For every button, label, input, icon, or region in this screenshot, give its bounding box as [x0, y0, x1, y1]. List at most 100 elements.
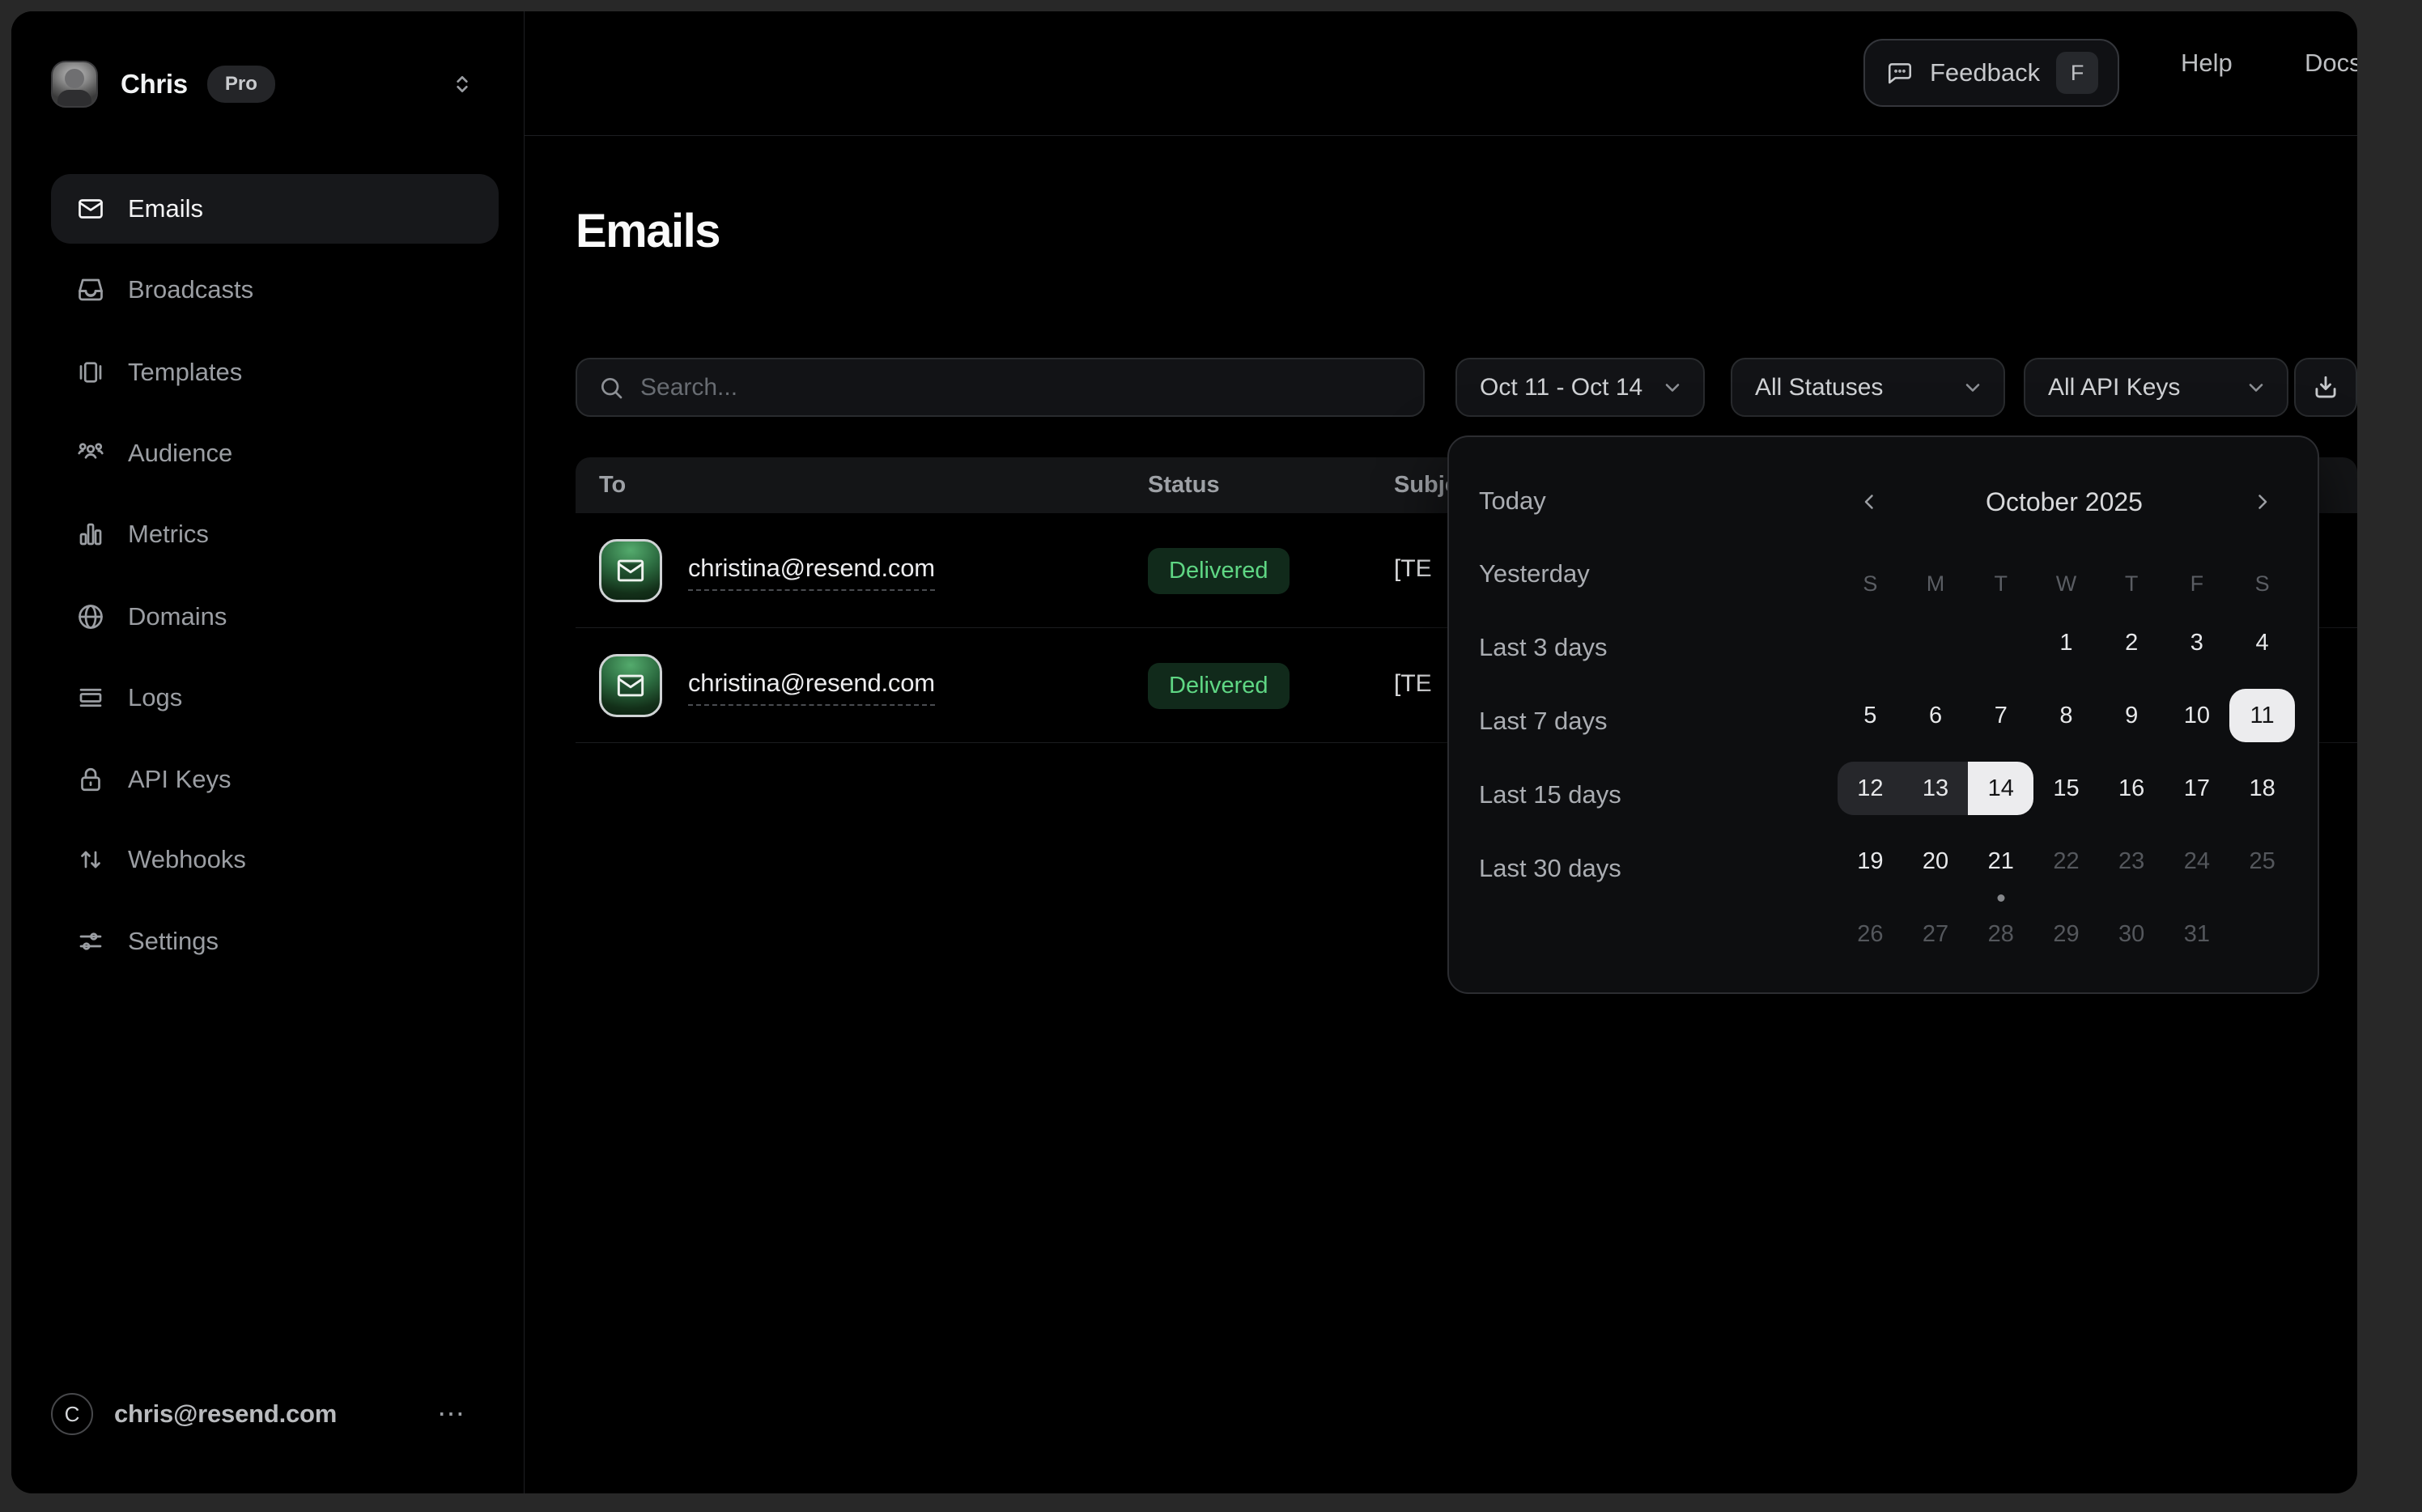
logs-icon — [76, 683, 105, 712]
page-title: Emails — [576, 204, 720, 258]
sidebar-item-label: Logs — [128, 683, 182, 712]
export-download-button[interactable] — [2294, 358, 2357, 417]
sidebar-item-logs[interactable]: Logs — [51, 663, 499, 733]
arrows-up-down-icon — [76, 845, 105, 874]
sidebar-item-label: Domains — [128, 602, 227, 631]
weekday-header-row: S M T W T F S — [1838, 570, 2295, 597]
calendar-day[interactable]: 1 — [2033, 616, 2099, 669]
recipient-email[interactable]: christina@resend.com — [688, 554, 935, 591]
chevron-updown-icon — [449, 71, 475, 97]
sidebar-item-api-keys[interactable]: API Keys — [51, 745, 499, 814]
calendar-day-in-range[interactable]: 13 — [1903, 762, 1969, 815]
docs-link[interactable]: Docs — [2305, 49, 2357, 78]
date-range-dropdown[interactable]: Oct 11 - Oct 14 — [1455, 358, 1705, 417]
weekday-label: W — [2033, 570, 2099, 597]
sidebar-item-label: Audience — [128, 439, 232, 468]
sidebar-item-metrics[interactable]: Metrics — [51, 499, 499, 569]
sidebar-item-emails[interactable]: Emails — [51, 174, 499, 244]
help-link[interactable]: Help — [2181, 49, 2233, 78]
calendar-day[interactable]: 16 — [2099, 762, 2165, 815]
sidebar-item-label: Templates — [128, 358, 242, 387]
calendar-day-disabled: 27 — [1903, 907, 1969, 961]
preset-last-7-days[interactable]: Last 7 days — [1479, 705, 1608, 737]
calendar-day-disabled: 26 — [1838, 907, 1903, 961]
account-menu[interactable]: C chris@resend.com ⋯ — [51, 1390, 499, 1438]
calendar-day[interactable]: 17 — [2165, 762, 2230, 815]
feedback-button[interactable]: Feedback F — [1863, 39, 2119, 107]
weekday-label: M — [1903, 570, 1969, 597]
main-content: Feedback F Help Docs Emails Oct 11 - Oct… — [525, 11, 2357, 1493]
search-input[interactable] — [640, 374, 1402, 401]
preset-last-3-days[interactable]: Last 3 days — [1479, 631, 1608, 664]
date-range-popover: Today Yesterday Last 3 days Last 7 days … — [1447, 435, 2319, 994]
calendar-day[interactable]: 15 — [2033, 762, 2099, 815]
sidebar-item-audience[interactable]: Audience — [51, 418, 499, 488]
sidebar-item-label: Webhooks — [128, 845, 246, 874]
search-icon — [598, 375, 624, 401]
preset-last-15-days[interactable]: Last 15 days — [1479, 779, 1621, 811]
email-subject: [TE — [1394, 670, 1432, 698]
workspace-switcher[interactable]: Chris Pro — [51, 49, 490, 119]
calendar-day-in-range[interactable]: 12 — [1838, 762, 1903, 815]
calendar-day[interactable]: 4 — [2229, 616, 2295, 669]
calendar-day-disabled: 23 — [2099, 835, 2165, 888]
sidebar-item-broadcasts[interactable]: Broadcasts — [51, 255, 499, 325]
app-window: Chris Pro Emails Broadcasts Templates Au… — [11, 11, 2357, 1493]
weekday-label: F — [2165, 570, 2230, 597]
weekday-label: S — [2229, 570, 2295, 597]
download-icon — [2310, 372, 2341, 403]
calendar-day[interactable]: 20 — [1903, 835, 1969, 888]
calendar-day[interactable]: 8 — [2033, 689, 2099, 742]
chevron-down-icon — [1661, 376, 1684, 399]
sidebar-item-settings[interactable]: Settings — [51, 907, 499, 976]
next-month-button[interactable] — [2246, 486, 2278, 518]
prev-month-button[interactable] — [1854, 486, 1886, 518]
sidebar: Chris Pro Emails Broadcasts Templates Au… — [11, 11, 525, 1493]
calendar-day[interactable]: 6 — [1903, 689, 1969, 742]
calendar-day[interactable]: 19 — [1838, 835, 1903, 888]
date-range-value: Oct 11 - Oct 14 — [1480, 374, 1642, 401]
calendar-day-range-end[interactable]: 14 — [1968, 762, 2033, 815]
sidebar-item-webhooks[interactable]: Webhooks — [51, 825, 499, 894]
column-header-to: To — [599, 472, 626, 499]
calendar-day[interactable]: 9 — [2099, 689, 2165, 742]
calendar-day[interactable]: 10 — [2165, 689, 2230, 742]
mail-icon — [76, 194, 105, 223]
recipient-email[interactable]: christina@resend.com — [688, 669, 935, 706]
sidebar-item-templates[interactable]: Templates — [51, 338, 499, 407]
status-badge: Delivered — [1148, 548, 1290, 594]
column-header-status: Status — [1148, 472, 1220, 499]
calendar-day-range-start[interactable]: 11 — [2229, 689, 2295, 742]
workspace-name: Chris — [121, 69, 188, 100]
calendar-day[interactable]: 3 — [2165, 616, 2230, 669]
calendar-day[interactable]: 2 — [2099, 616, 2165, 669]
calendar-day[interactable]: 7 — [1968, 689, 2033, 742]
preset-last-30-days[interactable]: Last 30 days — [1479, 852, 1621, 885]
topbar: Feedback F Help Docs — [525, 11, 2357, 136]
calendar-day[interactable]: 18 — [2229, 762, 2295, 815]
chevron-down-icon — [2245, 376, 2267, 399]
globe-icon — [76, 602, 105, 631]
calendar-month-label: October 2025 — [1899, 487, 2229, 517]
lock-icon — [76, 765, 105, 794]
api-key-filter-value: All API Keys — [2048, 374, 2180, 401]
preset-yesterday[interactable]: Yesterday — [1479, 558, 1590, 590]
sidebar-item-label: Metrics — [128, 520, 209, 549]
plan-badge: Pro — [207, 66, 275, 103]
email-envelope-icon — [599, 539, 662, 602]
chevron-down-icon — [1961, 376, 1984, 399]
sidebar-item-domains[interactable]: Domains — [51, 582, 499, 652]
columns-icon — [76, 358, 105, 387]
api-key-filter-dropdown[interactable]: All API Keys — [2024, 358, 2288, 417]
calendar-day-disabled: 24 — [2165, 835, 2230, 888]
status-filter-dropdown[interactable]: All Statuses — [1731, 358, 2005, 417]
inbox-icon — [76, 275, 105, 304]
sidebar-item-label: Settings — [128, 927, 219, 956]
preset-today[interactable]: Today — [1479, 485, 1546, 517]
calendar-day-today[interactable]: 21 — [1968, 835, 2033, 888]
calendar-day[interactable]: 5 — [1838, 689, 1903, 742]
calendar-day-disabled: 28 — [1968, 907, 2033, 961]
status-filter-value: All Statuses — [1755, 374, 1883, 401]
bar-chart-icon — [76, 520, 105, 549]
ellipsis-menu-icon[interactable]: ⋯ — [437, 1398, 466, 1430]
